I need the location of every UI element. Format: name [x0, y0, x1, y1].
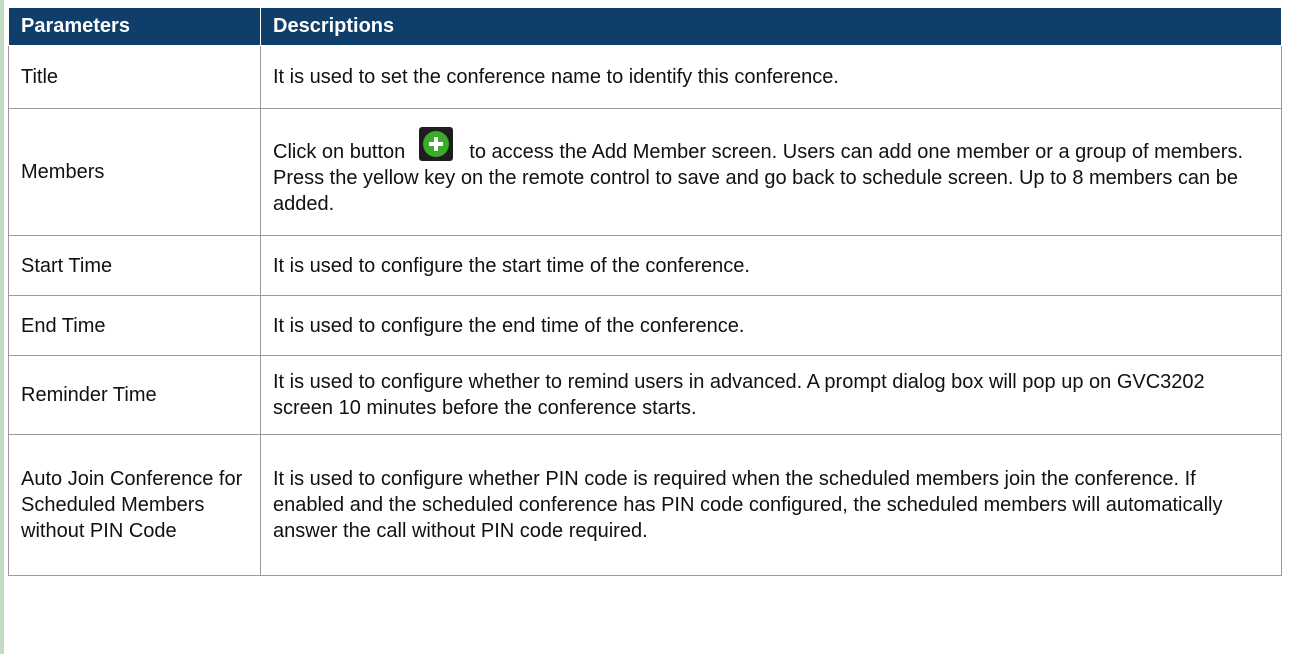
add-plus-icon: [419, 127, 454, 161]
description-cell: It is used to configure the end time of …: [260, 295, 1282, 356]
parameter-cell: End Time: [8, 295, 261, 356]
table-row: Title It is used to set the conference n…: [8, 45, 1282, 109]
parameter-cell: Title: [8, 45, 261, 109]
parameters-table: Parameters Descriptions Title It is used…: [8, 7, 1282, 576]
table-row: End Time It is used to configure the end…: [8, 295, 1282, 356]
header-parameters: Parameters: [8, 7, 261, 46]
description-cell: It is used to configure whether to remin…: [260, 355, 1282, 435]
table-row: Start Time It is used to configure the s…: [8, 235, 1282, 296]
description-cell: Click on button to access the Add Member …: [260, 108, 1282, 236]
parameter-cell: Members: [8, 108, 261, 236]
description-cell: It is used to set the conference name to…: [260, 45, 1282, 109]
parameter-cell: Auto Join Conference for Scheduled Membe…: [8, 434, 261, 576]
description-text-before-icon: Click on button: [273, 141, 406, 163]
table-row: Auto Join Conference for Scheduled Membe…: [8, 434, 1282, 576]
description-cell: It is used to configure the start time o…: [260, 235, 1282, 296]
left-margin-rule: [0, 0, 4, 654]
parameter-cell: Reminder Time: [8, 355, 261, 435]
parameter-cell: Start Time: [8, 235, 261, 296]
header-descriptions: Descriptions: [260, 7, 1282, 46]
table-row: Reminder Time It is used to configure wh…: [8, 355, 1282, 435]
table-header-row: Parameters Descriptions: [8, 7, 1282, 46]
table-row: Members Click on button to access the Add…: [8, 108, 1282, 236]
description-cell: It is used to configure whether PIN code…: [260, 434, 1282, 576]
